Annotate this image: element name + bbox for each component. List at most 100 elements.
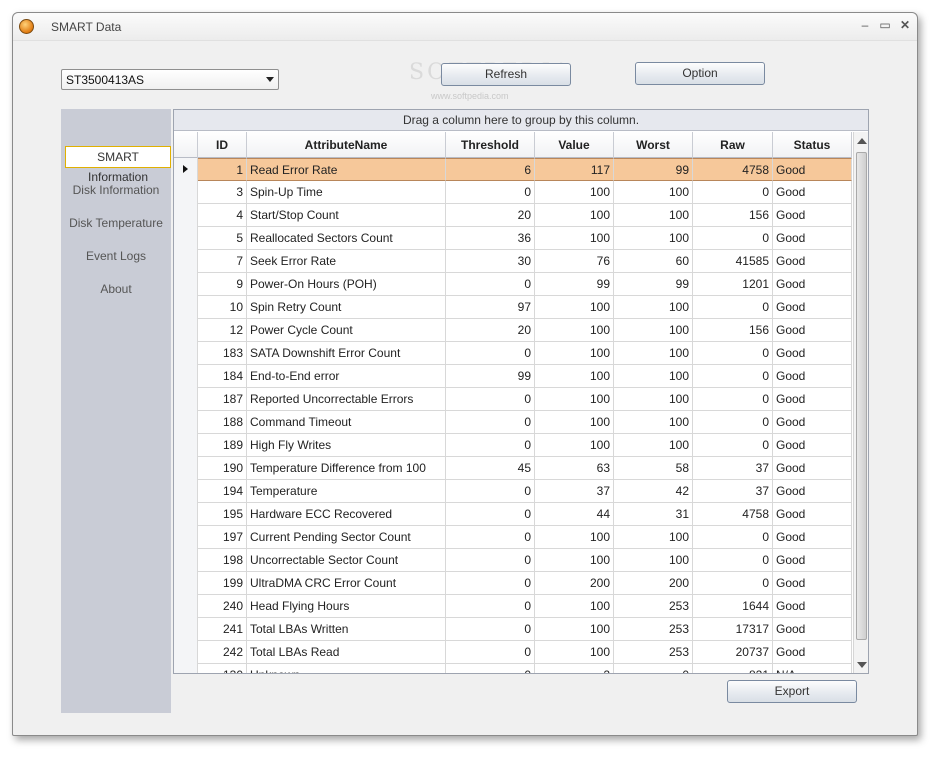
table-row[interactable]: 198 Uncorrectable Sector Count 0 100 100 0 Goo… xyxy=(174,549,852,572)
cell-threshold[interactable]: 0 xyxy=(446,572,535,595)
table-row[interactable]: 199 UltraDMA CRC Error Count 0 200 200 0 Good xyxy=(174,572,852,595)
cell-id[interactable]: 188 xyxy=(198,411,247,434)
cell-worst[interactable]: 100 xyxy=(614,388,693,411)
row-indicator[interactable] xyxy=(174,641,198,664)
cell-id[interactable]: 7 xyxy=(198,250,247,273)
cell-threshold[interactable]: 0 xyxy=(446,618,535,641)
cell-threshold[interactable]: 97 xyxy=(446,296,535,319)
cell-worst[interactable]: 253 xyxy=(614,641,693,664)
cell-status[interactable]: Good xyxy=(773,641,852,664)
cell-value[interactable]: 100 xyxy=(535,434,614,457)
cell-id[interactable]: 184 xyxy=(198,365,247,388)
cell-worst[interactable]: 253 xyxy=(614,595,693,618)
cell-worst[interactable]: 31 xyxy=(614,503,693,526)
cell-attribute-name[interactable]: Power-On Hours (POH) xyxy=(247,273,446,296)
cell-id[interactable]: 198 xyxy=(198,549,247,572)
cell-raw[interactable]: 0 xyxy=(693,388,773,411)
cell-worst[interactable]: 0 xyxy=(614,664,693,673)
cell-worst[interactable]: 100 xyxy=(614,181,693,204)
row-indicator[interactable] xyxy=(174,319,198,342)
cell-status[interactable]: Good xyxy=(773,158,852,181)
cell-attribute-name[interactable]: Unknown xyxy=(247,664,446,673)
cell-threshold[interactable]: 0 xyxy=(446,181,535,204)
cell-id[interactable]: 3 xyxy=(198,181,247,204)
cell-value[interactable]: 100 xyxy=(535,181,614,204)
cell-threshold[interactable]: 0 xyxy=(446,664,535,673)
row-indicator[interactable] xyxy=(174,365,198,388)
drive-select[interactable]: ST3500413AS xyxy=(61,69,279,90)
table-row[interactable]: 184 End-to-End error 99 100 100 0 Good xyxy=(174,365,852,388)
column-header-worst[interactable]: Worst xyxy=(614,132,693,158)
table-row[interactable]: 189 High Fly Writes 0 100 100 0 Good xyxy=(174,434,852,457)
cell-raw[interactable]: 4758 xyxy=(693,503,773,526)
cell-attribute-name[interactable]: Head Flying Hours xyxy=(247,595,446,618)
row-indicator[interactable] xyxy=(174,503,198,526)
cell-status[interactable]: Good xyxy=(773,526,852,549)
cell-value[interactable]: 2 xyxy=(535,664,614,673)
cell-raw[interactable]: 1201 xyxy=(693,273,773,296)
cell-status[interactable]: Good xyxy=(773,296,852,319)
row-indicator[interactable] xyxy=(174,342,198,365)
cell-threshold[interactable]: 0 xyxy=(446,273,535,296)
cell-attribute-name[interactable]: Command Timeout xyxy=(247,411,446,434)
cell-status[interactable]: Good xyxy=(773,365,852,388)
cell-threshold[interactable]: 0 xyxy=(446,388,535,411)
row-indicator[interactable] xyxy=(174,250,198,273)
cell-status[interactable]: Good xyxy=(773,411,852,434)
row-indicator[interactable] xyxy=(174,227,198,250)
cell-value[interactable]: 200 xyxy=(535,572,614,595)
row-indicator[interactable] xyxy=(174,273,198,296)
cell-raw[interactable]: 0 xyxy=(693,411,773,434)
table-row[interactable]: 130Unknown020821N/A xyxy=(174,664,852,673)
cell-raw[interactable]: 0 xyxy=(693,434,773,457)
cell-raw[interactable]: 0 xyxy=(693,526,773,549)
cell-status[interactable]: N/A xyxy=(773,664,852,673)
cell-status[interactable]: Good xyxy=(773,503,852,526)
cell-value[interactable]: 100 xyxy=(535,595,614,618)
cell-id[interactable]: 10 xyxy=(198,296,247,319)
cell-threshold[interactable]: 0 xyxy=(446,342,535,365)
group-by-panel[interactable]: Drag a column here to group by this colu… xyxy=(174,110,868,131)
row-indicator[interactable] xyxy=(174,526,198,549)
table-row[interactable]: 242 Total LBAs Read 0 100 253 20737 Good xyxy=(174,641,852,664)
cell-threshold[interactable]: 0 xyxy=(446,641,535,664)
cell-value[interactable]: 63 xyxy=(535,457,614,480)
table-row[interactable]: 4 Start/Stop Count 20 100 100 156 Good xyxy=(174,204,852,227)
cell-id[interactable]: 195 xyxy=(198,503,247,526)
row-indicator[interactable] xyxy=(174,204,198,227)
cell-threshold[interactable]: 0 xyxy=(446,411,535,434)
cell-threshold[interactable]: 0 xyxy=(446,595,535,618)
cell-value[interactable]: 100 xyxy=(535,549,614,572)
cell-worst[interactable]: 100 xyxy=(614,319,693,342)
cell-worst[interactable]: 100 xyxy=(614,434,693,457)
refresh-button[interactable]: Refresh xyxy=(441,63,571,86)
cell-status[interactable]: Good xyxy=(773,457,852,480)
cell-id[interactable]: 9 xyxy=(198,273,247,296)
cell-id[interactable]: 1 xyxy=(198,158,247,181)
cell-attribute-name[interactable]: Power Cycle Count xyxy=(247,319,446,342)
cell-raw[interactable]: 0 xyxy=(693,365,773,388)
cell-attribute-name[interactable]: Seek Error Rate xyxy=(247,250,446,273)
row-indicator[interactable] xyxy=(174,664,198,673)
table-row[interactable]: 1 Read Error Rate 6 117 99 4758 Good xyxy=(174,158,852,181)
cell-attribute-name[interactable]: Spin Retry Count xyxy=(247,296,446,319)
cell-value[interactable]: 99 xyxy=(535,273,614,296)
cell-raw[interactable]: 41585 xyxy=(693,250,773,273)
cell-attribute-name[interactable]: Total LBAs Read xyxy=(247,641,446,664)
cell-threshold[interactable]: 0 xyxy=(446,526,535,549)
export-button[interactable]: Export xyxy=(727,680,857,703)
cell-worst[interactable]: 100 xyxy=(614,411,693,434)
cell-status[interactable]: Good xyxy=(773,181,852,204)
cell-worst[interactable]: 58 xyxy=(614,457,693,480)
table-row[interactable]: 188 Command Timeout 0 100 100 0 Good xyxy=(174,411,852,434)
cell-status[interactable]: Good xyxy=(773,227,852,250)
cell-status[interactable]: Good xyxy=(773,480,852,503)
table-row[interactable]: 197 Current Pending Sector Count 0 100 100 0 G… xyxy=(174,526,852,549)
cell-attribute-name[interactable]: Total LBAs Written xyxy=(247,618,446,641)
cell-value[interactable]: 100 xyxy=(535,388,614,411)
row-indicator[interactable] xyxy=(174,158,198,181)
cell-value[interactable]: 117 xyxy=(535,158,614,181)
table-row[interactable]: 241 Total LBAs Written 0 100 253 17317 Good xyxy=(174,618,852,641)
sidebar-item-disk-information[interactable]: Disk Information xyxy=(61,179,171,201)
scrollbar-thumb[interactable] xyxy=(856,152,867,640)
